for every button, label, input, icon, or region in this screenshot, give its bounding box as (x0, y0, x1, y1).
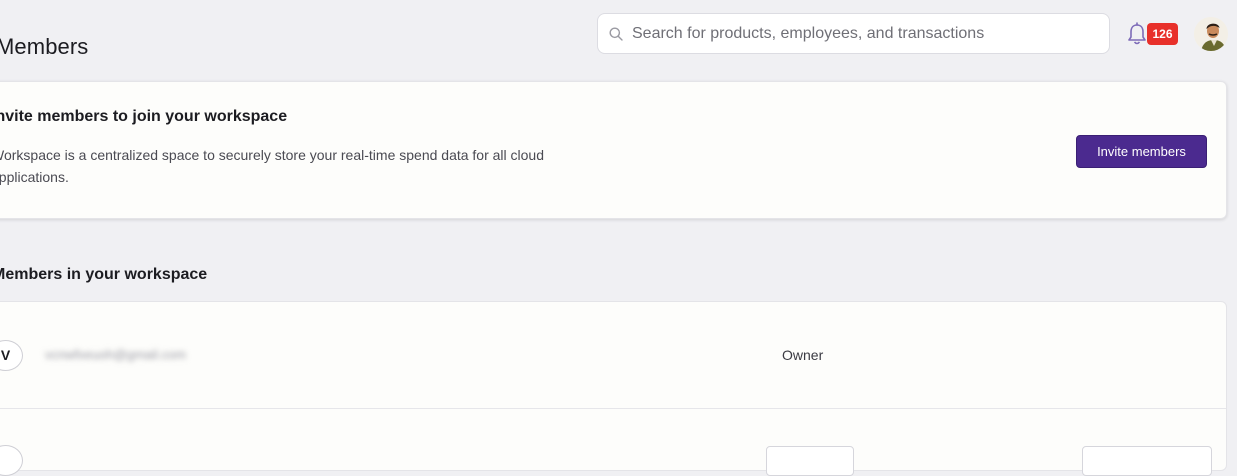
page-title: Members (0, 34, 89, 59)
search-bar[interactable] (597, 13, 1110, 54)
member-email: vcnwfxeuoh@gmail.com (45, 347, 187, 362)
member-role-select[interactable] (766, 446, 854, 476)
search-icon (609, 27, 623, 41)
search-input[interactable] (632, 14, 1102, 53)
members-section-title: Members in your workspace (0, 266, 208, 283)
bell-icon[interactable] (1126, 22, 1148, 46)
member-role: Owner (782, 347, 824, 363)
member-action-button[interactable] (1082, 446, 1212, 476)
notification-badge: 126 (1147, 23, 1178, 45)
invite-card-description: Workspace is a centralized space to secu… (0, 147, 545, 185)
invite-card: Invite members to join your workspace Wo… (0, 81, 1227, 219)
members-list: V vcnwfxeuoh@gmail.com Owner (0, 301, 1227, 476)
member-avatar: V (0, 340, 23, 371)
invite-members-button[interactable]: Invite members (1076, 135, 1207, 168)
row-divider (0, 408, 1226, 409)
user-avatar[interactable] (1194, 17, 1228, 51)
invite-card-title: Invite members to join your workspace (0, 108, 288, 125)
avatar-image (1194, 17, 1228, 51)
